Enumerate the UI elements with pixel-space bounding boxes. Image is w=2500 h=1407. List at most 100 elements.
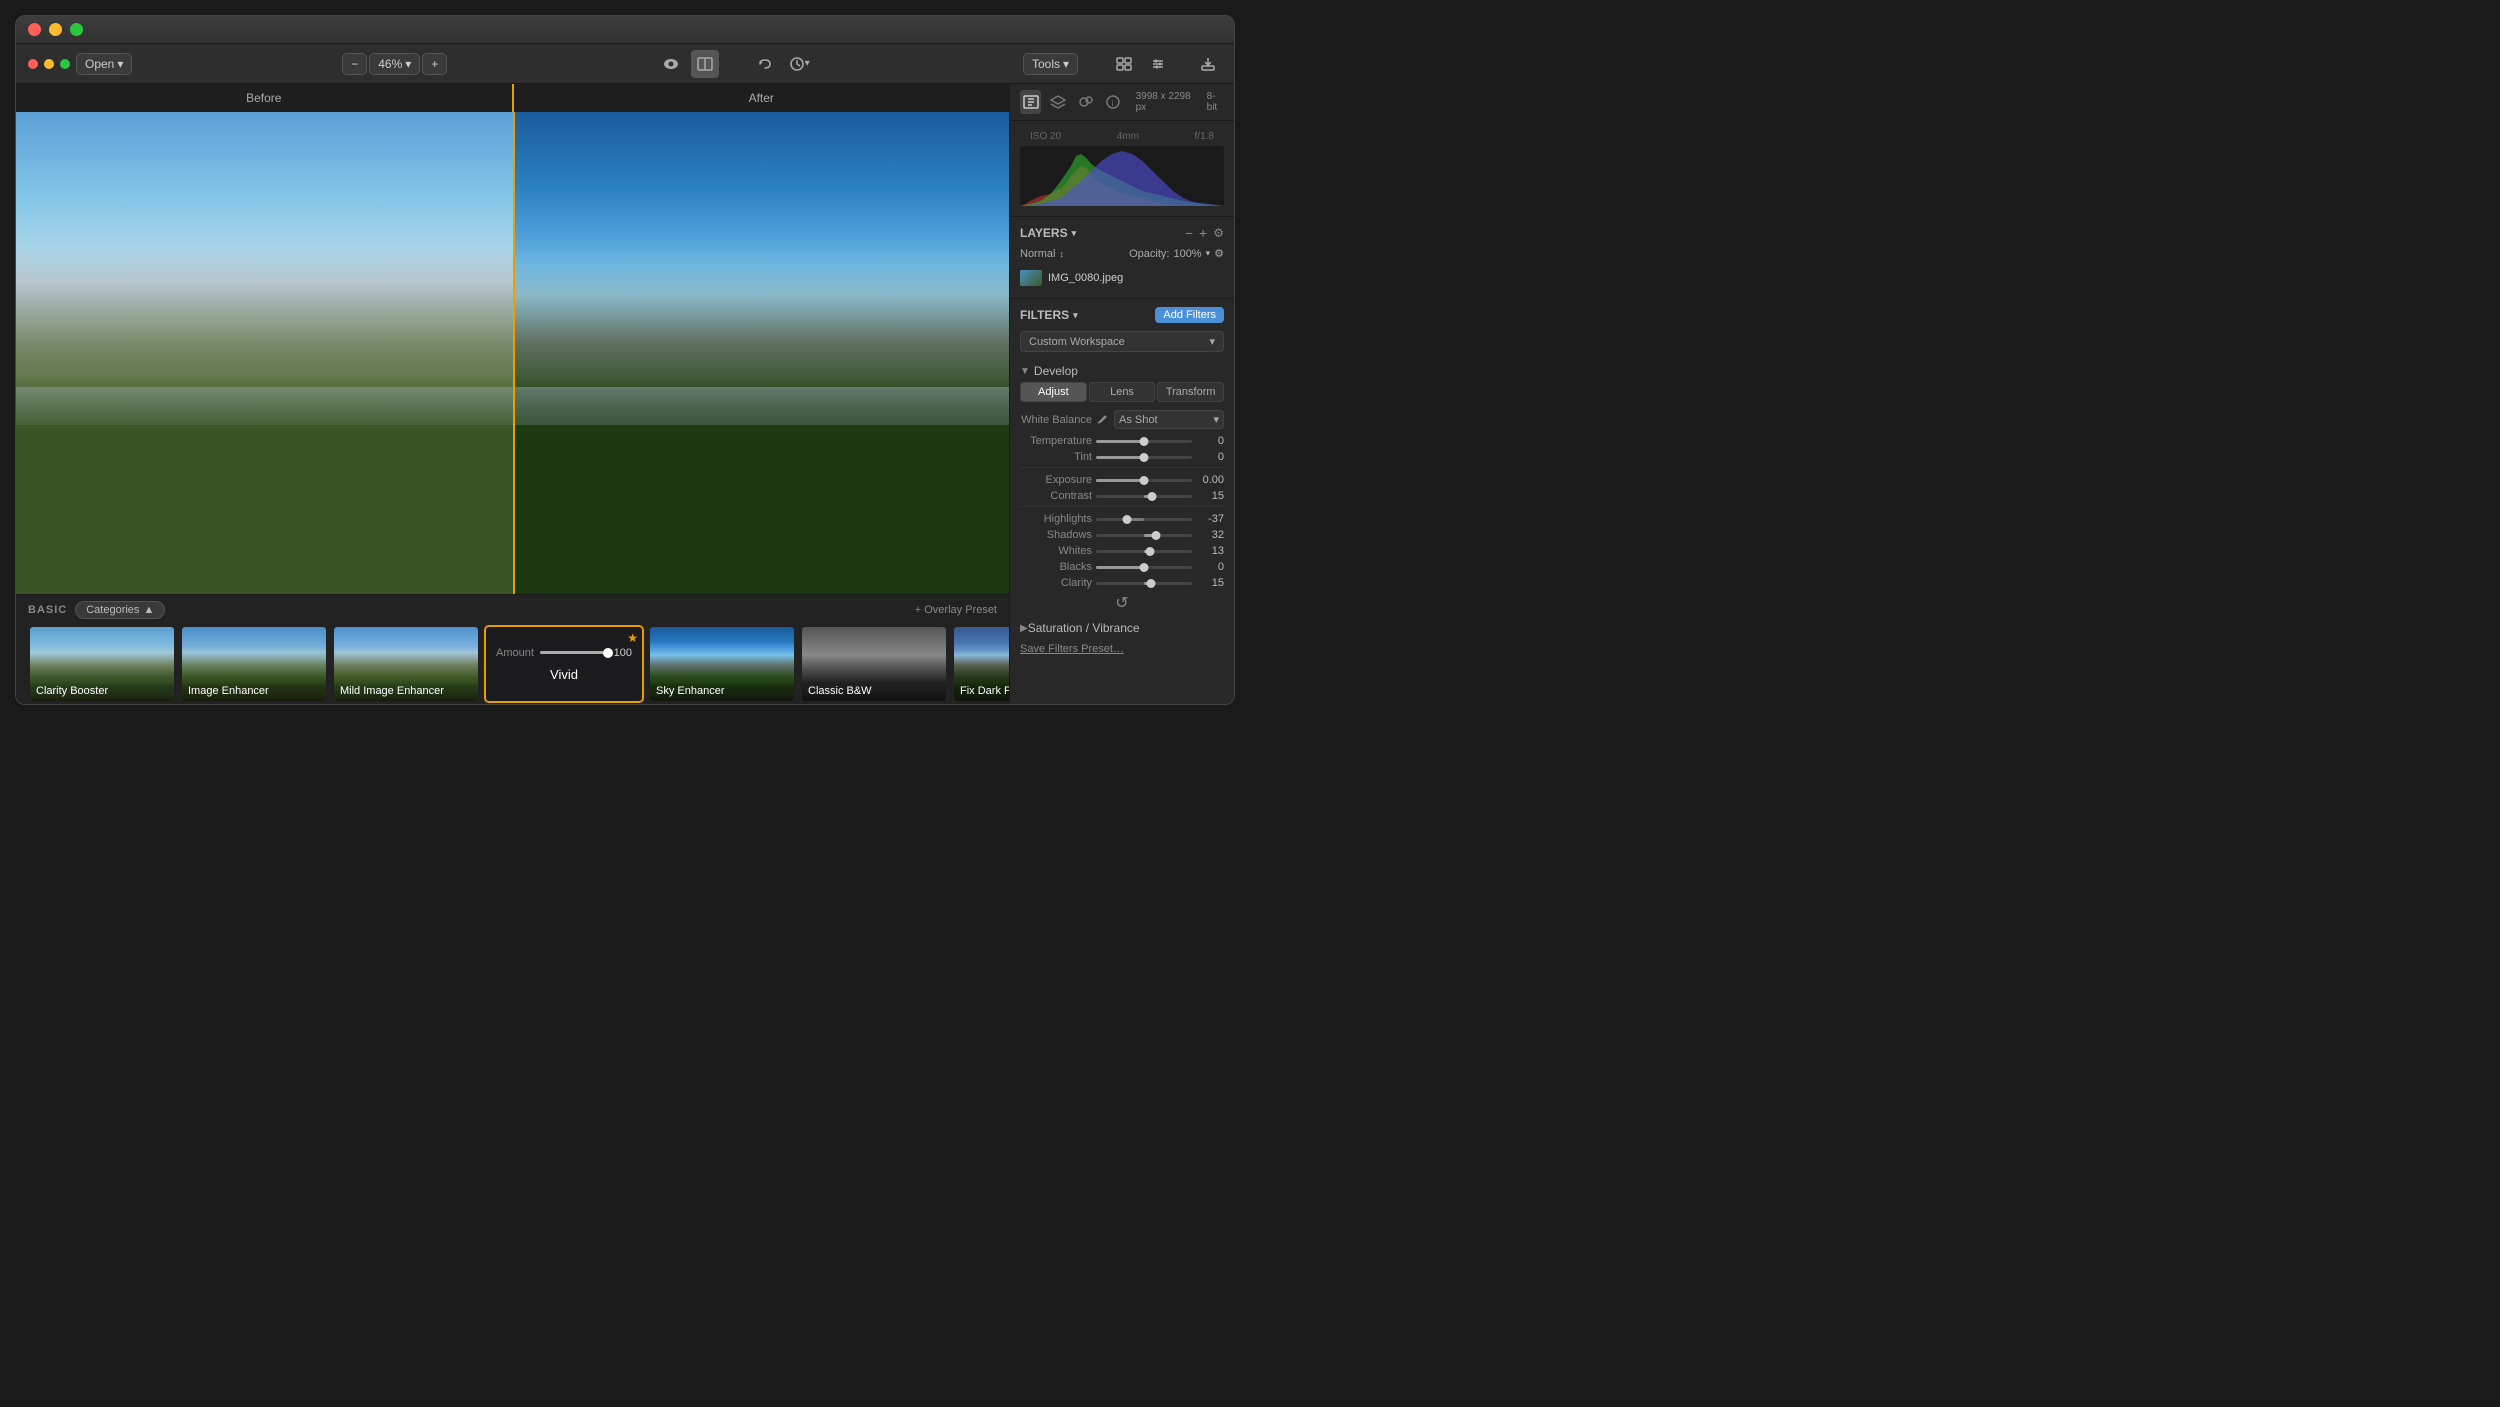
layer-item[interactable]: IMG_0080.jpeg	[1020, 266, 1224, 290]
contrast-slider[interactable]	[1096, 495, 1192, 498]
history-button[interactable]: ▾	[785, 50, 813, 78]
layers-controls: − + ⚙	[1185, 225, 1224, 241]
preset-item-clarity-booster[interactable]: Clarity Booster	[28, 625, 176, 703]
histogram-meta: ISO 20 4mm f/1.8	[1020, 131, 1224, 142]
zoom-in-button[interactable]: +	[422, 53, 447, 75]
close-button[interactable]	[28, 23, 41, 36]
maximize-button[interactable]	[70, 23, 83, 36]
temperature-value: 0	[1196, 435, 1224, 447]
clarity-slider[interactable]	[1096, 582, 1192, 585]
save-preset-button[interactable]: Save Filters Preset…	[1020, 639, 1124, 659]
split-divider[interactable]	[513, 112, 515, 594]
temperature-row: Temperature 0	[1020, 435, 1224, 447]
categories-button[interactable]: Categories ▲	[75, 601, 165, 619]
opacity-display[interactable]: Opacity: 100% ▾ ⚙	[1129, 247, 1224, 260]
clarity-label: Clarity	[1020, 577, 1092, 589]
presets-title: BASIC	[28, 604, 67, 616]
effects-panel-button[interactable]	[1075, 90, 1096, 114]
zoom-out-button[interactable]: −	[342, 53, 367, 75]
develop-label: Develop	[1034, 364, 1078, 378]
preset-item-fix-dark[interactable]: Fix Dark Phot…	[952, 625, 1009, 703]
exposure-label: Exposure	[1020, 474, 1092, 486]
highlights-label: Highlights	[1020, 513, 1092, 525]
preset-item-mild-enhancer[interactable]: Mild Image Enhancer	[332, 625, 480, 703]
clarity-value: 15	[1196, 577, 1224, 589]
split-labels: Before After	[16, 84, 1009, 112]
whites-slider[interactable]	[1096, 550, 1192, 553]
tb-min[interactable]	[44, 59, 54, 69]
tools-button[interactable]: Tools ▾	[1023, 53, 1078, 75]
canvas-area: Before After	[16, 84, 1009, 704]
adjust-view-button[interactable]	[1144, 50, 1172, 78]
exposure-slider[interactable]	[1096, 479, 1192, 482]
presets-scroll[interactable]: Clarity Booster Image Enhancer Mild Imag…	[16, 625, 1009, 704]
whites-value: 13	[1196, 545, 1224, 557]
minimize-button[interactable]	[49, 23, 62, 36]
preset-item-classic-bw[interactable]: Classic B&W	[800, 625, 948, 703]
before-label: Before	[16, 91, 512, 105]
zoom-controls: − 46% ▾ +	[342, 53, 447, 75]
layers-minus-button[interactable]: −	[1185, 225, 1193, 241]
eyedropper-icon[interactable]	[1096, 413, 1110, 427]
tint-row: Tint 0	[1020, 451, 1224, 463]
tab-lens[interactable]: Lens	[1089, 382, 1156, 402]
preset-item-sky-enhancer[interactable]: Sky Enhancer	[648, 625, 796, 703]
adjust-tabs: Adjust Lens Transform	[1020, 382, 1224, 402]
undo-button[interactable]	[751, 50, 779, 78]
open-button[interactable]: Open ▾	[76, 53, 132, 75]
shadows-value: 32	[1196, 529, 1224, 541]
amount-slider[interactable]: Amount 100	[496, 647, 632, 659]
main-window: Open ▾ − 46% ▾ +	[15, 15, 1235, 705]
layer-filename: IMG_0080.jpeg	[1048, 272, 1123, 284]
layers-settings-button[interactable]: ⚙	[1213, 226, 1224, 240]
grid-view-button[interactable]	[1110, 50, 1138, 78]
image-view[interactable]	[16, 112, 1009, 594]
layer-thumbnail	[1020, 270, 1042, 286]
overlay-preset-button[interactable]: + Overlay Preset	[915, 604, 997, 616]
split-view-button[interactable]	[691, 50, 719, 78]
vivid-label: Vivid	[550, 667, 578, 682]
tb-close[interactable]	[28, 59, 38, 69]
highlights-value: -37	[1196, 513, 1224, 525]
tab-adjust[interactable]: Adjust	[1020, 382, 1087, 402]
reset-button[interactable]: ↺	[1115, 593, 1128, 613]
blacks-value: 0	[1196, 561, 1224, 573]
tint-label: Tint	[1020, 451, 1092, 463]
tab-transform[interactable]: Transform	[1157, 382, 1224, 402]
info-panel-button[interactable]	[1020, 90, 1041, 114]
preset-item-vivid[interactable]: Amount 100 Vivid ★	[484, 625, 644, 703]
tint-value: 0	[1196, 451, 1224, 463]
svg-text:i: i	[1111, 99, 1113, 108]
preset-item-image-enhancer[interactable]: Image Enhancer	[180, 625, 328, 703]
panel-icon-row: i 3998 x 2298 px 8-bit	[1010, 84, 1234, 121]
layers-plus-button[interactable]: +	[1199, 225, 1207, 241]
wb-label: White Balance	[1020, 414, 1092, 426]
preset-label: Classic B&W	[802, 681, 946, 701]
layers-panel-button[interactable]	[1047, 90, 1068, 114]
right-panel: i 3998 x 2298 px 8-bit ISO 20 4mm f/1.8	[1009, 84, 1234, 704]
dimensions-display: 3998 x 2298 px	[1136, 91, 1197, 113]
whites-label: Whites	[1020, 545, 1092, 557]
blend-opacity-row: Normal ↕ Opacity: 100% ▾ ⚙	[1020, 247, 1224, 260]
preview-button[interactable]	[657, 50, 685, 78]
shadows-slider[interactable]	[1096, 534, 1192, 537]
temperature-slider[interactable]	[1096, 440, 1192, 443]
add-filters-button[interactable]: Add Filters	[1155, 307, 1224, 323]
highlights-row: Highlights -37	[1020, 513, 1224, 525]
preset-label: Fix Dark Phot…	[954, 681, 1009, 701]
after-image	[513, 112, 1010, 594]
contrast-value: 15	[1196, 490, 1224, 502]
help-button[interactable]: i	[1102, 90, 1123, 114]
white-balance-row: White Balance As Shot ▾	[1020, 410, 1224, 429]
white-balance-selector[interactable]: As Shot ▾	[1114, 410, 1224, 429]
blend-mode-display[interactable]: Normal ↕	[1020, 248, 1064, 260]
highlights-slider[interactable]	[1096, 518, 1192, 521]
workspace-selector[interactable]: Custom Workspace ▾	[1020, 331, 1224, 352]
export-button[interactable]	[1194, 50, 1222, 78]
zoom-display[interactable]: 46% ▾	[369, 53, 420, 75]
tb-max[interactable]	[60, 59, 70, 69]
saturation-header[interactable]: ▶ Saturation / Vibrance	[1020, 617, 1224, 639]
blacks-slider[interactable]	[1096, 566, 1192, 569]
tint-slider[interactable]	[1096, 456, 1192, 459]
develop-header[interactable]: ▼ Develop	[1020, 360, 1224, 382]
